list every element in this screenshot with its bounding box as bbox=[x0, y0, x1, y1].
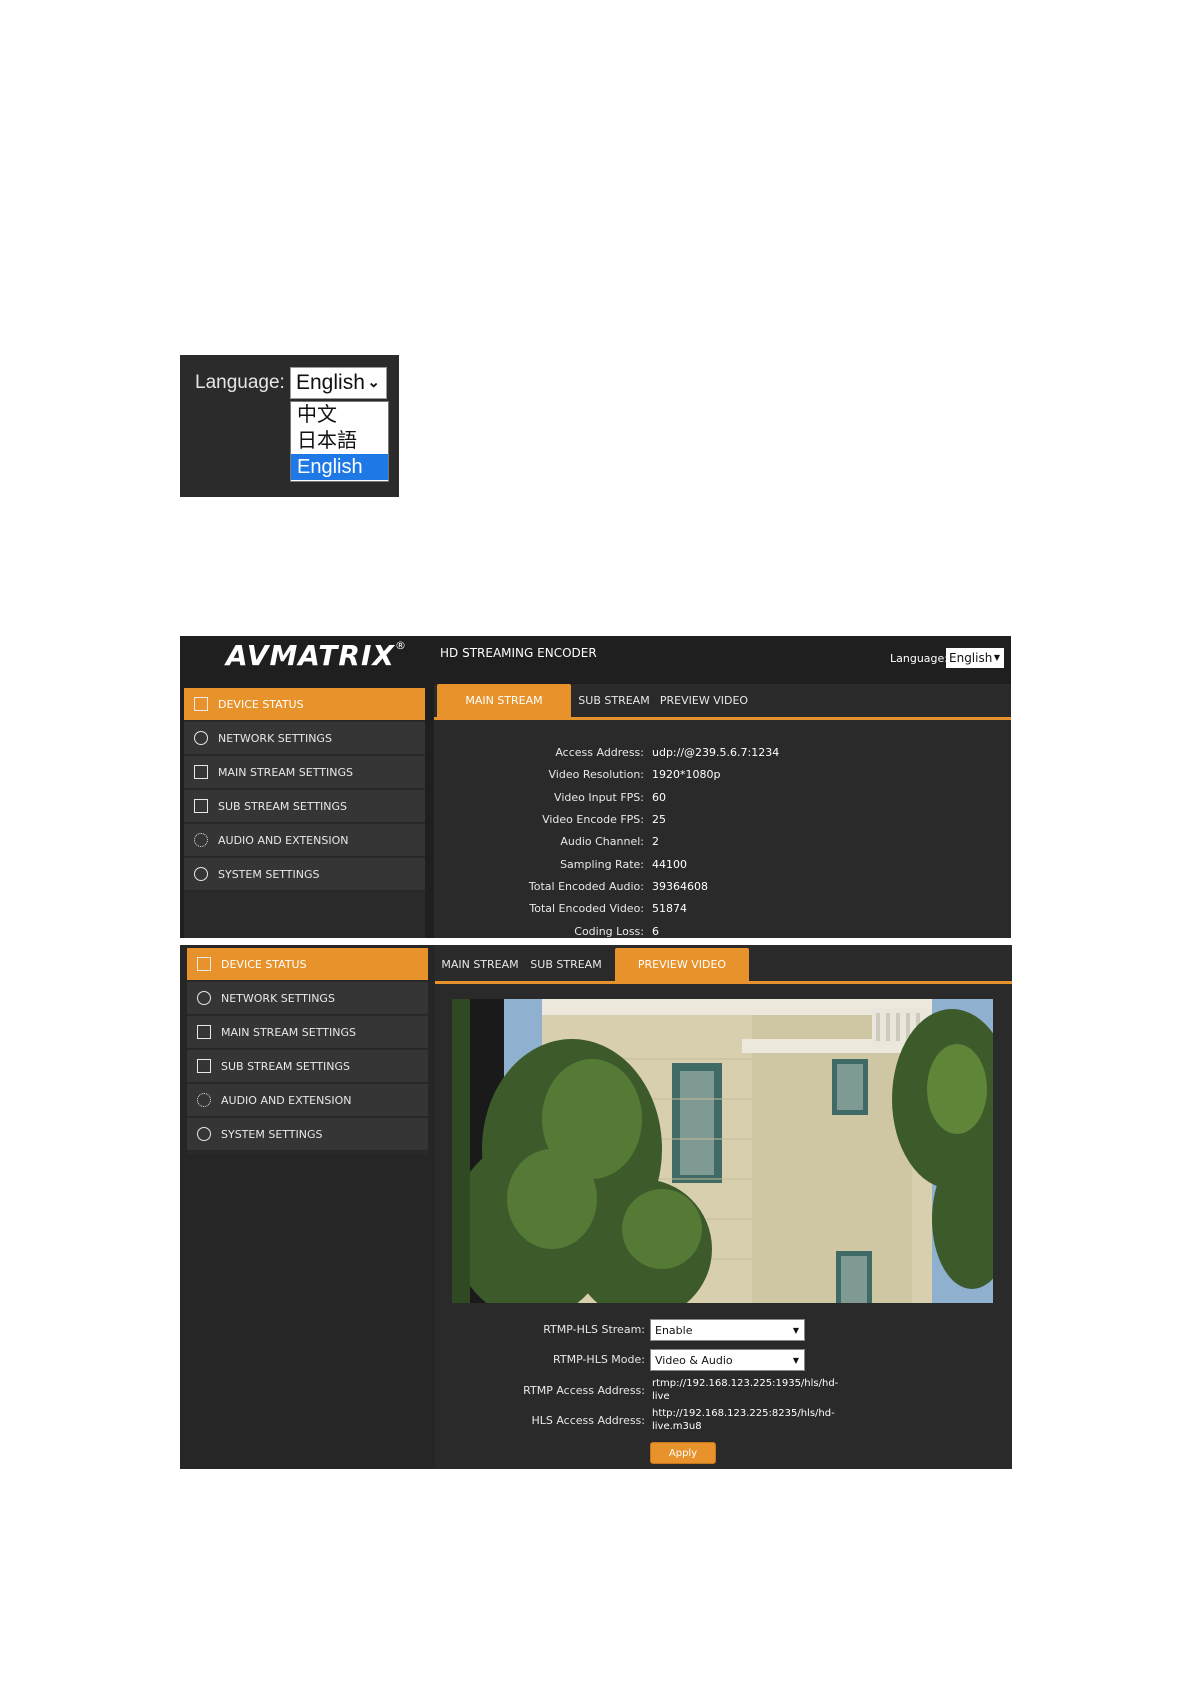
hls-access-address-value: http://192.168.123.225:8235/hls/hd- live… bbox=[652, 1408, 835, 1432]
dropdown-arrow-icon: ▼ bbox=[993, 653, 1000, 662]
status-label: Video Encode FPS: bbox=[542, 813, 644, 826]
gear-icon bbox=[197, 1127, 211, 1141]
header-language-select[interactable]: English ▼ bbox=[946, 648, 1004, 668]
status-label: Video Resolution: bbox=[548, 768, 645, 781]
sidebar: DEVICE STATUS NETWORK SETTINGS MAIN STRE… bbox=[184, 688, 425, 938]
language-select[interactable]: English ⌄ bbox=[290, 367, 387, 399]
gear-icon bbox=[194, 867, 208, 881]
tab-preview-video[interactable]: PREVIEW VIDEO bbox=[615, 948, 749, 981]
status-label: Access Address: bbox=[555, 746, 644, 759]
stream-icon bbox=[197, 1025, 211, 1039]
sidebar-item-sub-stream-settings[interactable]: SUB STREAM SETTINGS bbox=[184, 790, 425, 823]
sidebar-item-network-settings[interactable]: NETWORK SETTINGS bbox=[184, 722, 425, 755]
tab-sub-stream[interactable]: SUB STREAM bbox=[576, 684, 652, 717]
sidebar-item-main-stream-settings[interactable]: MAIN STREAM SETTINGS bbox=[184, 756, 425, 789]
rtmp-access-address-label: RTMP Access Address: bbox=[523, 1384, 645, 1397]
hls-access-address-label: HLS Access Address: bbox=[531, 1414, 645, 1427]
sidebar-item-sub-stream-settings[interactable]: SUB STREAM SETTINGS bbox=[187, 1050, 428, 1083]
device-status-preview-panel: DEVICE STATUS NETWORK SETTINGS MAIN STRE… bbox=[180, 945, 1012, 1469]
dropdown-arrow-icon: ▼ bbox=[792, 1326, 799, 1335]
rtmp-access-address-value: rtmp://192.168.123.225:1935/hls/hd- live bbox=[652, 1378, 839, 1402]
tab-bar: MAIN STREAM SUB STREAM PREVIEW VIDEO bbox=[435, 948, 1012, 984]
tab-main-stream[interactable]: MAIN STREAM bbox=[437, 684, 571, 717]
dropdown-arrow-icon: ▼ bbox=[792, 1356, 799, 1365]
avmatrix-logo: AVMATRIX® bbox=[226, 639, 407, 672]
status-label: Total Encoded Video: bbox=[529, 902, 644, 915]
video-preview-image bbox=[452, 999, 993, 1303]
rtmp-hls-stream-select[interactable]: Enable ▼ bbox=[650, 1319, 805, 1341]
language-select-value: English bbox=[296, 371, 365, 394]
status-value: udp://@239.5.6.7:1234 bbox=[652, 746, 780, 759]
rtmp-hls-stream-label: RTMP-HLS Stream: bbox=[543, 1323, 645, 1336]
language-label: Language: bbox=[195, 372, 285, 393]
rtmp-hls-mode-select[interactable]: Video & Audio ▼ bbox=[650, 1349, 805, 1371]
tab-sub-stream[interactable]: SUB STREAM bbox=[529, 948, 603, 981]
globe-icon bbox=[197, 991, 211, 1005]
status-label: Total Encoded Audio: bbox=[528, 880, 644, 893]
status-value: 39364608 bbox=[652, 880, 708, 893]
sidebar-item-audio-and-extension[interactable]: AUDIO AND EXTENSION bbox=[184, 824, 425, 857]
status-value: 1920*1080p bbox=[652, 768, 721, 781]
language-option-japanese[interactable]: 日本語 bbox=[291, 428, 388, 454]
sidebar-item-audio-and-extension[interactable]: AUDIO AND EXTENSION bbox=[187, 1084, 428, 1117]
status-value: 44100 bbox=[652, 858, 687, 871]
status-label: Audio Channel: bbox=[560, 835, 644, 848]
chevron-down-icon: ⌄ bbox=[367, 374, 380, 391]
stream-icon bbox=[194, 765, 208, 779]
stream-icon bbox=[197, 1059, 211, 1073]
sidebar-item-main-stream-settings[interactable]: MAIN STREAM SETTINGS bbox=[187, 1016, 428, 1049]
status-label: Sampling Rate: bbox=[560, 858, 644, 871]
language-option-english[interactable]: English bbox=[291, 454, 388, 480]
header-language-label: Language: bbox=[890, 652, 948, 665]
app-header: AVMATRIX® HD STREAMING ENCODER Language:… bbox=[180, 636, 1011, 684]
status-value: 2 bbox=[652, 835, 659, 848]
video-preview bbox=[452, 999, 993, 1303]
sidebar-item-device-status[interactable]: DEVICE STATUS bbox=[187, 948, 428, 981]
status-label: Video Input FPS: bbox=[554, 791, 644, 804]
stream-icon bbox=[194, 799, 208, 813]
device-status-main-stream-panel: AVMATRIX® HD STREAMING ENCODER Language:… bbox=[180, 636, 1011, 938]
status-label: Coding Loss: bbox=[574, 925, 644, 938]
status-value: 51874 bbox=[652, 902, 687, 915]
tab-bar: MAIN STREAM SUB STREAM PREVIEW VIDEO bbox=[434, 684, 1011, 720]
gear-dots-icon bbox=[197, 1093, 211, 1107]
language-option-chinese[interactable]: 中文 bbox=[291, 402, 388, 428]
status-value: 25 bbox=[652, 813, 666, 826]
apply-button[interactable]: Apply bbox=[650, 1442, 716, 1464]
sidebar-item-device-status[interactable]: DEVICE STATUS bbox=[184, 688, 425, 721]
sidebar-item-system-settings[interactable]: SYSTEM SETTINGS bbox=[184, 858, 425, 891]
sidebar-item-network-settings[interactable]: NETWORK SETTINGS bbox=[187, 982, 428, 1015]
tab-main-stream[interactable]: MAIN STREAM bbox=[437, 948, 523, 981]
gear-dots-icon bbox=[194, 833, 208, 847]
status-value: 6 bbox=[652, 925, 659, 938]
globe-icon bbox=[194, 731, 208, 745]
rtmp-hls-mode-label: RTMP-HLS Mode: bbox=[553, 1353, 645, 1366]
main-content: MAIN STREAM SUB STREAM PREVIEW VIDEO Acc… bbox=[434, 684, 1011, 938]
sidebar-item-system-settings[interactable]: SYSTEM SETTINGS bbox=[187, 1118, 428, 1151]
tab-preview-video[interactable]: PREVIEW VIDEO bbox=[656, 684, 752, 717]
monitor-icon bbox=[194, 697, 208, 711]
status-value: 60 bbox=[652, 791, 666, 804]
sidebar: DEVICE STATUS NETWORK SETTINGS MAIN STRE… bbox=[187, 948, 428, 1154]
header-title: HD STREAMING ENCODER bbox=[440, 646, 597, 660]
language-options-list: 中文 日本語 English bbox=[290, 401, 389, 482]
language-dropdown-crop: Language: English ⌄ 中文 日本語 English bbox=[180, 355, 399, 497]
monitor-icon bbox=[197, 957, 211, 971]
